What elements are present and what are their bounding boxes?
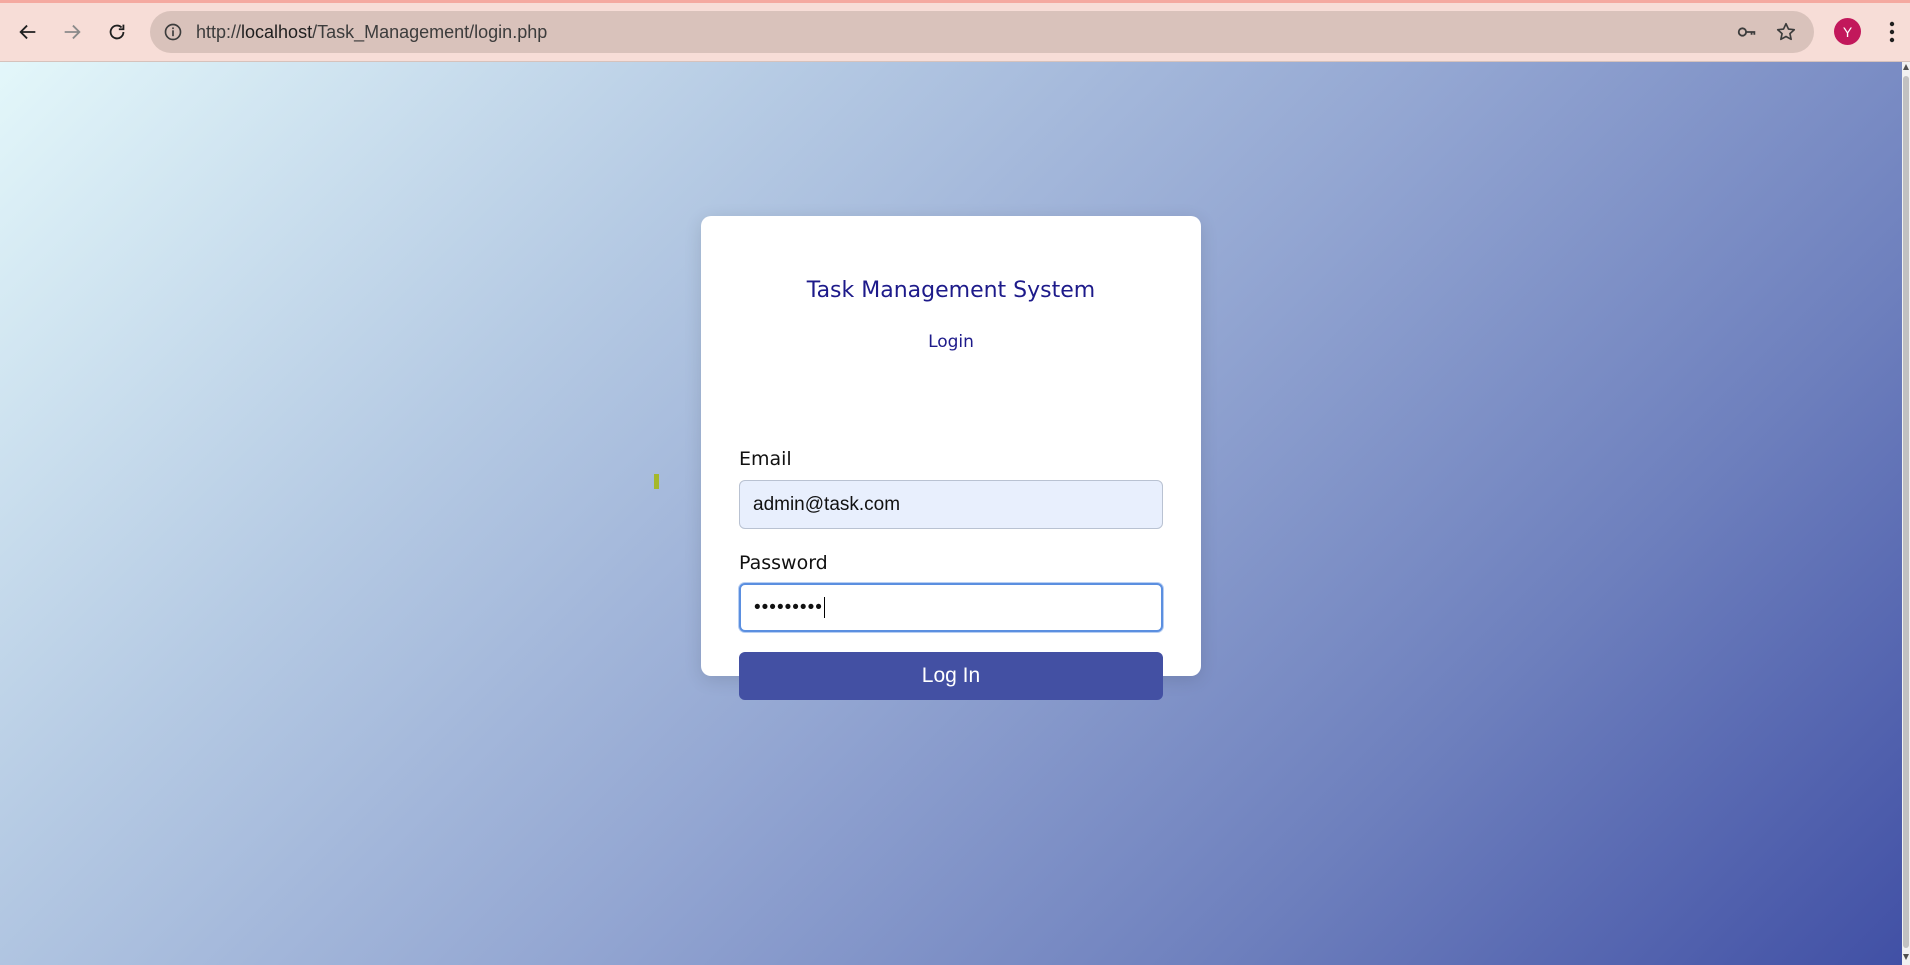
reload-icon bbox=[109, 24, 125, 40]
url-host: localhost bbox=[241, 22, 313, 42]
url-path: /Task_Management/login.php bbox=[312, 22, 548, 42]
url-text[interactable]: http://localhost/Task_Management/login.p… bbox=[196, 11, 547, 53]
back-button[interactable] bbox=[10, 14, 46, 50]
scrollbar-thumb[interactable] bbox=[1903, 76, 1909, 948]
forward-arrow-icon bbox=[64, 24, 81, 40]
kebab-menu-icon[interactable] bbox=[1882, 18, 1902, 46]
info-icon[interactable] bbox=[160, 19, 186, 45]
text-caret bbox=[823, 597, 825, 618]
key-icon[interactable] bbox=[1735, 20, 1759, 44]
reload-button[interactable] bbox=[99, 14, 135, 50]
address-bar[interactable]: http://localhost/Task_Management/login.p… bbox=[150, 11, 1814, 53]
decorative-mark bbox=[654, 474, 659, 489]
tab-strip-edge bbox=[0, 0, 1910, 3]
scroll-down-icon[interactable] bbox=[1903, 954, 1909, 960]
scroll-up-icon[interactable] bbox=[1903, 64, 1909, 70]
password-value: ••••••••• bbox=[754, 596, 823, 618]
page-title: Task Management System bbox=[806, 278, 1096, 303]
star-icon[interactable] bbox=[1774, 20, 1798, 44]
form-subtitle: Login bbox=[928, 332, 974, 352]
login-card: Task Management System Login Email admin… bbox=[701, 216, 1201, 700]
password-field[interactable]: ••••••••• bbox=[739, 583, 1163, 632]
profile-avatar[interactable]: Y bbox=[1834, 18, 1861, 45]
browser-toolbar: http://localhost/Task_Management/login.p… bbox=[0, 0, 1910, 62]
password-label: Password bbox=[739, 552, 828, 574]
page-background: Task Management System Login Email admin… bbox=[0, 62, 1902, 965]
url-scheme: http:// bbox=[196, 22, 242, 42]
back-arrow-icon bbox=[19, 24, 36, 40]
email-value: admin@task.com bbox=[753, 493, 901, 515]
email-field[interactable]: admin@task.com bbox=[739, 480, 1163, 529]
email-label: Email bbox=[739, 448, 792, 470]
login-button[interactable]: Log In bbox=[739, 652, 1163, 700]
forward-button[interactable] bbox=[54, 14, 90, 50]
